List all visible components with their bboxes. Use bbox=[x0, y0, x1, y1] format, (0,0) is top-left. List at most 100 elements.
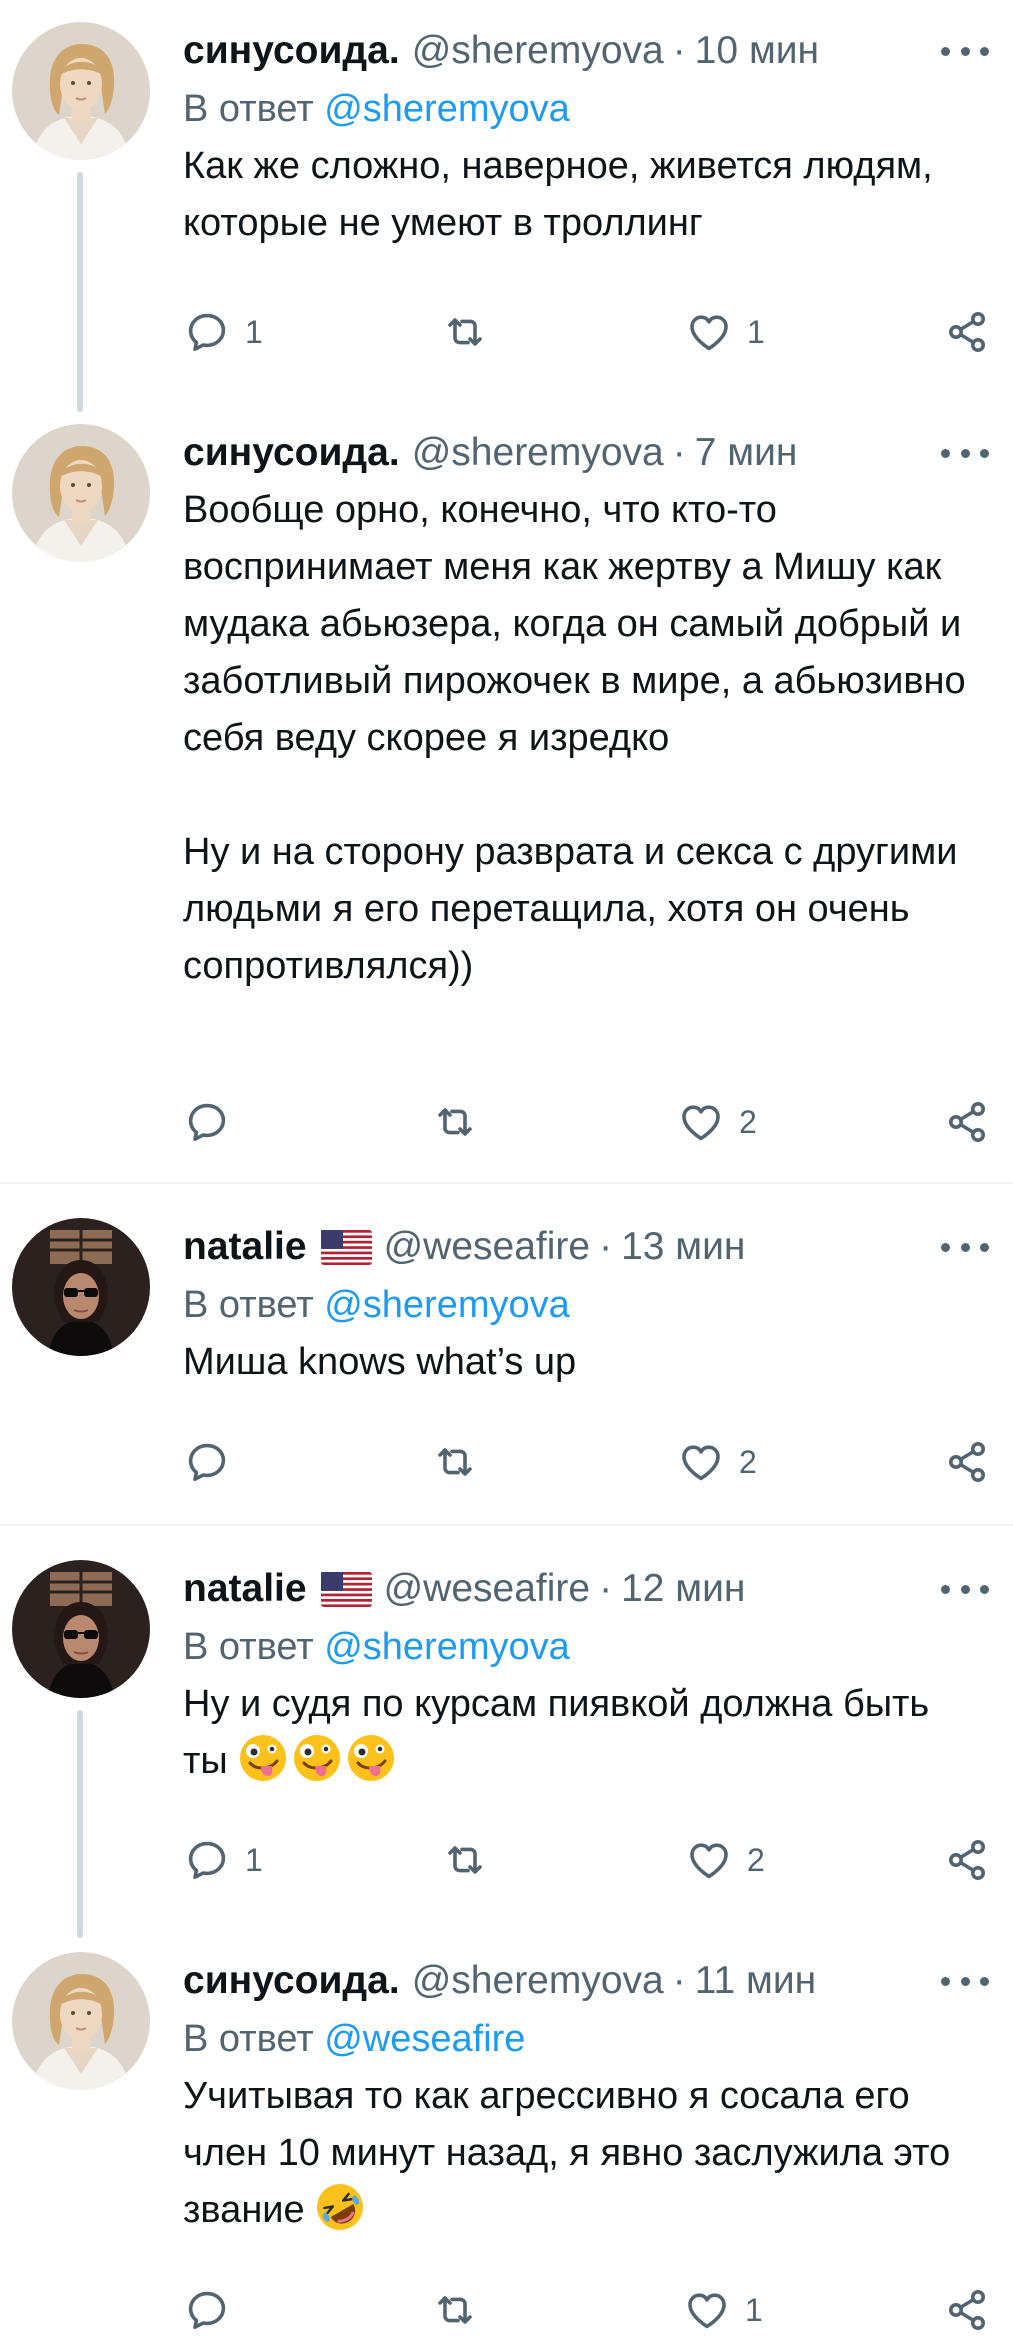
like-count: 2 bbox=[739, 1443, 757, 1480]
avatar[interactable] bbox=[12, 1952, 150, 2090]
timestamp[interactable]: 11 мин bbox=[695, 1952, 816, 2010]
reply-mention-link[interactable]: @sheremyova bbox=[324, 1284, 570, 1326]
tweet-text-block: Учитывая то как агрессивно я сосала его … bbox=[183, 2068, 973, 2239]
timestamp[interactable]: 12 мин bbox=[621, 1560, 745, 1618]
retweet-icon bbox=[431, 1438, 479, 1486]
more-icon[interactable] bbox=[941, 436, 989, 470]
avatar[interactable] bbox=[12, 424, 150, 562]
retweet-button[interactable] bbox=[441, 304, 503, 360]
like-button[interactable]: 2 bbox=[677, 1434, 757, 1490]
display-name[interactable]: natalie bbox=[183, 1218, 307, 1276]
display-name[interactable]: natalie bbox=[183, 1560, 307, 1618]
display-name[interactable]: синусоида. bbox=[183, 1952, 400, 2010]
avatar[interactable] bbox=[12, 1218, 150, 1356]
tweet-header: синусоида. @sheremyova · 11 мин bbox=[183, 1952, 989, 2010]
us-flag-icon bbox=[321, 1230, 372, 1265]
user-handle[interactable]: @weseafire bbox=[384, 1218, 591, 1276]
like-count: 2 bbox=[739, 1103, 757, 1140]
reply-context: В ответ @sheremyova bbox=[183, 80, 989, 138]
user-handle[interactable]: @sheremyova bbox=[412, 1952, 664, 2010]
tweet-text: Как же сложно, наверное, живется людям, … bbox=[183, 145, 944, 244]
retweet-button[interactable] bbox=[431, 2282, 493, 2338]
user-handle[interactable]: @sheremyova bbox=[412, 22, 664, 80]
reply-prefix: В ответ bbox=[183, 88, 314, 130]
us-flag-icon bbox=[321, 1572, 372, 1607]
heart-icon bbox=[685, 308, 733, 356]
retweet-button[interactable] bbox=[431, 1094, 493, 1150]
tweet-text: Учитывая то как агрессивно я сосала его … bbox=[183, 2075, 961, 2231]
reply-button[interactable] bbox=[183, 1434, 245, 1490]
rofl-emoji bbox=[315, 2182, 365, 2232]
like-button[interactable]: 2 bbox=[677, 1094, 757, 1150]
reply-mention-link[interactable]: @sheremyova bbox=[324, 88, 570, 130]
reply-context: В ответ @weseafire bbox=[183, 2010, 989, 2068]
user-handle[interactable]: @weseafire bbox=[384, 1560, 591, 1618]
retweet-icon bbox=[431, 1098, 479, 1146]
reply-button[interactable] bbox=[183, 1094, 245, 1150]
share-button[interactable] bbox=[943, 1094, 991, 1150]
retweet-icon bbox=[441, 1836, 489, 1884]
more-icon[interactable] bbox=[941, 1572, 989, 1606]
reply-context: В ответ @sheremyova bbox=[183, 1276, 989, 1334]
heart-icon bbox=[683, 2286, 731, 2334]
display-name[interactable]: синусоида. bbox=[183, 424, 400, 482]
reply-button[interactable]: 1 bbox=[183, 1832, 263, 1888]
tweet-actions: 1 bbox=[183, 2282, 1003, 2338]
reply-prefix: В ответ bbox=[183, 2018, 314, 2060]
tweet-text-block: Ну и судя по курсам пиявкой должна быть … bbox=[183, 1676, 943, 1790]
display-name[interactable]: синусоида. bbox=[183, 22, 400, 80]
share-button[interactable] bbox=[943, 1832, 991, 1888]
reply-mention-link[interactable]: @weseafire bbox=[324, 2018, 525, 2060]
thread-line bbox=[77, 1710, 83, 1938]
reply-count: 1 bbox=[245, 313, 263, 350]
share-icon bbox=[943, 308, 991, 356]
retweet-button[interactable] bbox=[431, 1434, 493, 1490]
share-button[interactable] bbox=[943, 304, 991, 360]
share-button[interactable] bbox=[943, 2282, 991, 2338]
reply-mention-link[interactable]: @sheremyova bbox=[324, 1626, 570, 1668]
share-button[interactable] bbox=[943, 1434, 991, 1490]
reply-icon bbox=[183, 1098, 231, 1146]
avatar[interactable] bbox=[12, 22, 150, 160]
share-icon bbox=[943, 1438, 991, 1486]
more-icon[interactable] bbox=[941, 1964, 989, 1998]
reply-prefix: В ответ bbox=[183, 1626, 314, 1668]
retweet-icon bbox=[431, 2286, 479, 2334]
share-icon bbox=[943, 1836, 991, 1884]
reply-button[interactable] bbox=[183, 2282, 245, 2338]
tweet-header: синусоида. @sheremyova · 7 мин bbox=[183, 424, 989, 482]
timestamp[interactable]: 7 мин bbox=[695, 424, 798, 482]
tweet-header: синусоида. @sheremyova · 10 мин bbox=[183, 22, 989, 80]
separator-dot: · bbox=[672, 431, 686, 474]
share-icon bbox=[943, 2286, 991, 2334]
reply-count: 1 bbox=[245, 1841, 263, 1878]
like-button[interactable]: 1 bbox=[685, 304, 765, 360]
more-icon[interactable] bbox=[941, 1230, 989, 1264]
tweet-actions: 1 2 bbox=[183, 1832, 1003, 1888]
tweet-thread: синусоида. @sheremyova · 10 мин В ответ … bbox=[0, 0, 1013, 2352]
avatar[interactable] bbox=[12, 1560, 150, 1698]
retweet-icon bbox=[441, 308, 489, 356]
separator-dot: · bbox=[672, 1959, 686, 2002]
separator-dot: · bbox=[599, 1567, 613, 1610]
like-button[interactable]: 1 bbox=[683, 2282, 763, 2338]
timestamp[interactable]: 13 мин bbox=[621, 1218, 745, 1276]
heart-icon bbox=[677, 1438, 725, 1486]
reply-button[interactable]: 1 bbox=[183, 304, 263, 360]
user-handle[interactable]: @sheremyova bbox=[412, 424, 664, 482]
zany-face-emoji bbox=[346, 1733, 396, 1783]
zany-face-emoji bbox=[238, 1733, 288, 1783]
more-icon[interactable] bbox=[941, 34, 989, 68]
reply-icon bbox=[183, 2286, 231, 2334]
share-icon bbox=[943, 1098, 991, 1146]
separator-dot: · bbox=[599, 1225, 613, 1268]
like-button[interactable]: 2 bbox=[685, 1832, 765, 1888]
like-count: 1 bbox=[745, 2291, 763, 2328]
retweet-button[interactable] bbox=[441, 1832, 503, 1888]
timestamp[interactable]: 10 мин bbox=[695, 22, 819, 80]
tweet-actions: 2 bbox=[183, 1094, 1003, 1150]
reply-prefix: В ответ bbox=[183, 1284, 314, 1326]
tweet-header: natalie @weseafire · 13 мин bbox=[183, 1218, 989, 1276]
tweet-header: natalie @weseafire · 12 мин bbox=[183, 1560, 989, 1618]
zany-face-emoji bbox=[292, 1733, 342, 1783]
